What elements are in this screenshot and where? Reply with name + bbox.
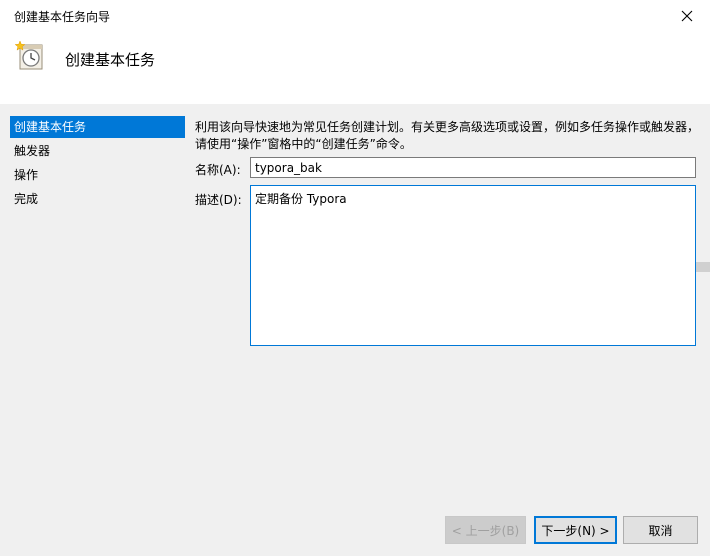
back-button[interactable]: < 上一步(B) (445, 516, 526, 544)
sidebar-item-action[interactable]: 操作 (10, 164, 185, 186)
close-icon (681, 10, 693, 22)
sidebar-item-finish[interactable]: 完成 (10, 188, 185, 210)
wizard-content: 利用该向导快速地为常见任务创建计划。有关更多高级选项或设置，例如多任务操作或触发… (188, 104, 710, 556)
window-title: 创建基本任务向导 (14, 10, 111, 24)
wizard-header: 创建基本任务 (0, 32, 710, 104)
close-button[interactable] (664, 0, 710, 32)
divider (696, 262, 710, 272)
sidebar-item-trigger[interactable]: 触发器 (10, 140, 185, 162)
name-label: 名称(A): (195, 163, 241, 177)
description-input[interactable]: 定期备份 Typora (250, 185, 696, 346)
wizard-title: 创建基本任务 (65, 51, 156, 69)
wizard-sidebar: 创建基本任务 触发器 操作 完成 (0, 104, 188, 556)
wizard-description: 利用该向导快速地为常见任务创建计划。有关更多高级选项或设置，例如多任务操作或触发… (195, 120, 700, 151)
sidebar-item-create-basic-task[interactable]: 创建基本任务 (10, 116, 185, 138)
cancel-button[interactable]: 取消 (623, 516, 698, 544)
description-label: 描述(D): (195, 193, 242, 207)
next-button[interactable]: 下一步(N) > (534, 516, 617, 544)
name-input[interactable] (250, 157, 696, 178)
task-clock-icon (14, 40, 43, 70)
title-bar: 创建基本任务向导 (0, 0, 710, 32)
